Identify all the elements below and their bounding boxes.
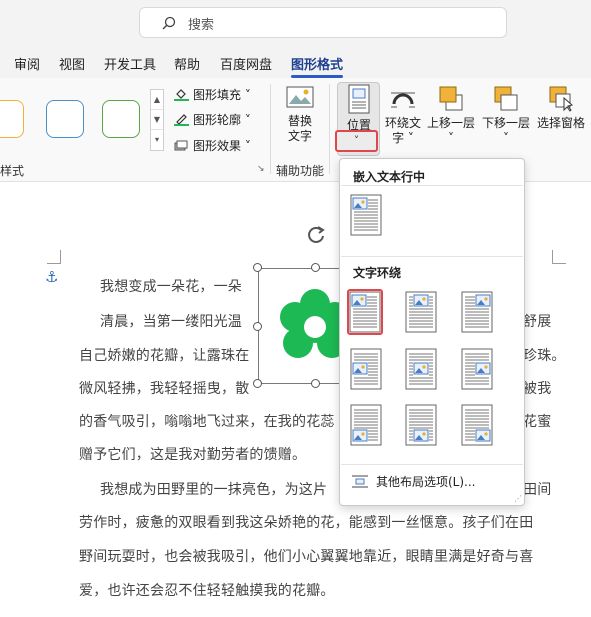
wrap-thumbnail-icon	[405, 291, 437, 333]
menu-divider	[341, 464, 523, 465]
paint-bucket-icon	[174, 89, 189, 101]
doc-line: 我想变成一朵花，一朵	[100, 279, 242, 295]
wrap-thumbnail-icon	[461, 291, 493, 333]
tab-help[interactable]: 帮助	[174, 54, 200, 73]
inline-with-text-header: 嵌入文本行中	[353, 170, 426, 184]
wrap-middle-center-option[interactable]	[405, 348, 441, 394]
wrap-middle-right-option[interactable]	[461, 348, 497, 394]
menu-divider	[341, 256, 523, 257]
wrap-thumbnail-icon	[349, 291, 381, 333]
wrap-bottom-left-option[interactable]	[350, 404, 386, 450]
wrap-thumbnail-icon	[350, 404, 382, 446]
selection-pane-icon	[549, 86, 574, 112]
resize-handle[interactable]	[253, 322, 262, 331]
wrap-text-icon	[391, 92, 415, 108]
wrap-thumbnail-icon	[461, 404, 493, 446]
doc-line: 自己娇嫩的花瓣，让露珠在	[79, 348, 250, 364]
gallery-down-icon[interactable]: ▼	[151, 110, 163, 130]
anchor-icon: ⚓	[45, 268, 59, 286]
tab-baidu-netdisk[interactable]: 百度网盘	[220, 54, 272, 73]
doc-line: 我想成为田野里的一抹亮色，为这片	[100, 482, 328, 498]
wrap-bottom-right-option[interactable]	[461, 404, 497, 450]
resize-handle[interactable]	[311, 379, 320, 388]
shape-fill-button[interactable]: 图形填充 ˅	[174, 86, 251, 103]
position-dropdown-chevron[interactable]: ˅	[335, 130, 378, 152]
doc-line: 被我	[523, 381, 552, 397]
gallery-up-icon[interactable]: ▲	[151, 90, 163, 110]
wrap-thumbnail-icon	[350, 348, 382, 390]
crop-mark	[47, 250, 61, 264]
doc-line: 劳作时，疲惫的双眼看到我这朵娇艳的花，能感到一丝惬意。孩子们在田	[79, 515, 534, 531]
shape-effects-button[interactable]: 图形效果 ˅	[174, 137, 251, 154]
bring-forward-button[interactable]: 上移一层 ˅	[426, 84, 476, 146]
text-wrapping-header: 文字环绕	[353, 266, 402, 280]
more-layout-options-item[interactable]: 其他布局选项(L)...	[352, 473, 476, 490]
gallery-more-icon[interactable]: ▾	[151, 130, 163, 150]
tab-developer[interactable]: 开发工具	[104, 54, 156, 73]
position-dropdown-menu: 嵌入文本行中 文字环绕 其他布局选项(L)... ⋰	[339, 158, 525, 506]
accessibility-group-label: 辅助功能	[276, 164, 325, 178]
group-separator	[329, 84, 330, 174]
resize-handle[interactable]	[253, 379, 262, 388]
doc-line: 清晨，当第一缕阳光温	[100, 314, 242, 330]
position-icon	[348, 84, 370, 114]
ribbon-tabs: 审阅 视图 开发工具 帮助 百度网盘 图形格式	[0, 50, 591, 78]
doc-line: 的香气吸引，嗡嗡地飞过来，在我的花蕊	[79, 414, 335, 430]
tab-review[interactable]: 审阅	[14, 54, 40, 73]
wrap-top-right-option[interactable]	[461, 291, 497, 337]
doc-line: 赠予它们，这是我对勤劳者的馈赠。	[79, 447, 307, 463]
layout-options-icon	[352, 475, 368, 488]
doc-line: 舒展	[523, 314, 552, 330]
position-button-label-wrap: 位置	[339, 84, 379, 133]
title-bar: 搜索	[0, 0, 591, 46]
send-backward-icon	[494, 86, 518, 111]
shape-style-orange[interactable]	[0, 100, 24, 138]
wrap-thumbnail-icon	[350, 194, 382, 236]
gallery-scroll[interactable]: ▲ ▼ ▾	[150, 89, 164, 151]
wrap-thumbnail-icon	[405, 348, 437, 390]
menu-divider	[341, 185, 523, 186]
effects-icon	[174, 140, 188, 151]
doc-line: 爱，也许还会忍不住轻轻触摸我的花瓣。	[79, 583, 335, 599]
rotate-handle-icon[interactable]	[305, 224, 327, 246]
alt-text-icon	[286, 86, 314, 108]
style-group-label: 样式	[0, 164, 25, 178]
search-placeholder: 搜索	[188, 18, 215, 33]
tab-view[interactable]: 视图	[59, 54, 85, 73]
group-separator	[270, 84, 271, 174]
dialog-launcher-icon[interactable]: ↘	[257, 164, 265, 174]
doc-line: 田间	[523, 482, 552, 498]
pen-outline-icon	[174, 114, 189, 126]
wrap-thumbnail-icon	[405, 404, 437, 446]
wrap-top-center-option[interactable]	[405, 291, 441, 337]
doc-line: 花蜜	[523, 414, 552, 430]
alt-text-button[interactable]: 替换 文字	[282, 84, 318, 144]
crop-mark	[552, 250, 566, 264]
wrap-top-left-option[interactable]	[347, 289, 383, 335]
doc-line: 野间玩耍时，也会被我吸引，他们小心翼翼地靠近，眼睛里满是好奇与喜	[79, 549, 534, 565]
doc-line: 微风轻拂，我轻轻摇曳，散	[79, 381, 250, 397]
shape-style-green[interactable]	[102, 100, 140, 138]
shape-outline-button[interactable]: 图形轮廓 ˅	[174, 111, 251, 128]
selection-pane-button[interactable]: 选择窗格	[536, 84, 586, 131]
search-icon	[162, 16, 176, 30]
wrap-middle-left-option[interactable]	[350, 348, 386, 394]
send-backward-button[interactable]: 下移一层 ˅	[481, 84, 531, 146]
doc-line: 珍珠。	[523, 348, 566, 364]
search-box[interactable]: 搜索	[139, 7, 507, 38]
shape-style-blue[interactable]	[46, 100, 84, 138]
inline-with-text-option[interactable]	[350, 194, 386, 240]
resize-handle[interactable]	[311, 263, 320, 272]
wrap-bottom-center-option[interactable]	[405, 404, 441, 450]
wrap-thumbnail-icon	[461, 348, 493, 390]
wrap-text-button[interactable]: 环绕文 字 ˅	[383, 84, 423, 146]
tab-shape-format[interactable]: 图形格式	[291, 54, 344, 78]
resize-handle[interactable]	[253, 263, 262, 272]
menu-resize-grip[interactable]: ⋰	[514, 494, 522, 503]
bring-forward-icon	[439, 86, 463, 111]
chevron-down-icon: ˅	[353, 134, 360, 147]
